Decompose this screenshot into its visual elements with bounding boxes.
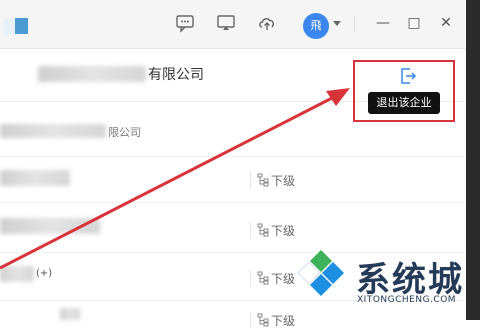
- watermark-logo: [294, 246, 348, 300]
- screen-share-icon[interactable]: [215, 12, 237, 34]
- hierarchy-icon: [257, 223, 269, 237]
- list-item[interactable]: 下级: [250, 312, 311, 328]
- list-item[interactable]: 下级: [250, 222, 311, 238]
- level-label: 下级: [271, 174, 296, 188]
- list-item[interactable]: 下级: [250, 172, 311, 188]
- chevron-down-icon[interactable]: [333, 21, 341, 26]
- company-name: 有限公司: [148, 67, 204, 83]
- hierarchy-icon: [257, 271, 269, 285]
- redacted-row-name: [0, 266, 34, 282]
- company-logo: [4, 18, 28, 34]
- close-button[interactable]: ✕: [437, 14, 455, 32]
- level-label: 下级: [271, 224, 296, 238]
- hierarchy-icon: [257, 173, 269, 187]
- cloud-upload-icon[interactable]: [256, 12, 278, 34]
- divider: [354, 16, 355, 32]
- watermark-title: 系统城: [356, 260, 464, 300]
- divider: [0, 156, 466, 157]
- chat-icon[interactable]: [174, 12, 196, 34]
- minimize-button[interactable]: —: [374, 14, 392, 32]
- window-edge: [466, 0, 480, 320]
- level-label: 下级: [271, 314, 296, 328]
- sub-company-name: 限公司: [108, 126, 141, 139]
- maximize-button[interactable]: □: [405, 14, 423, 32]
- hierarchy-icon: [257, 313, 269, 327]
- redacted-company-name: [38, 66, 146, 82]
- redacted-row-name: [0, 218, 100, 234]
- redacted-row-name: [0, 170, 70, 186]
- redacted-row-name: [60, 308, 80, 320]
- divider: [0, 202, 466, 203]
- redacted-sub-company: [0, 124, 106, 138]
- highlight-box: [353, 60, 455, 122]
- row-fragment: (+): [36, 268, 53, 279]
- avatar[interactable]: 飛: [303, 13, 329, 39]
- watermark-subtitle: XITONGCHENG.COM: [357, 295, 457, 305]
